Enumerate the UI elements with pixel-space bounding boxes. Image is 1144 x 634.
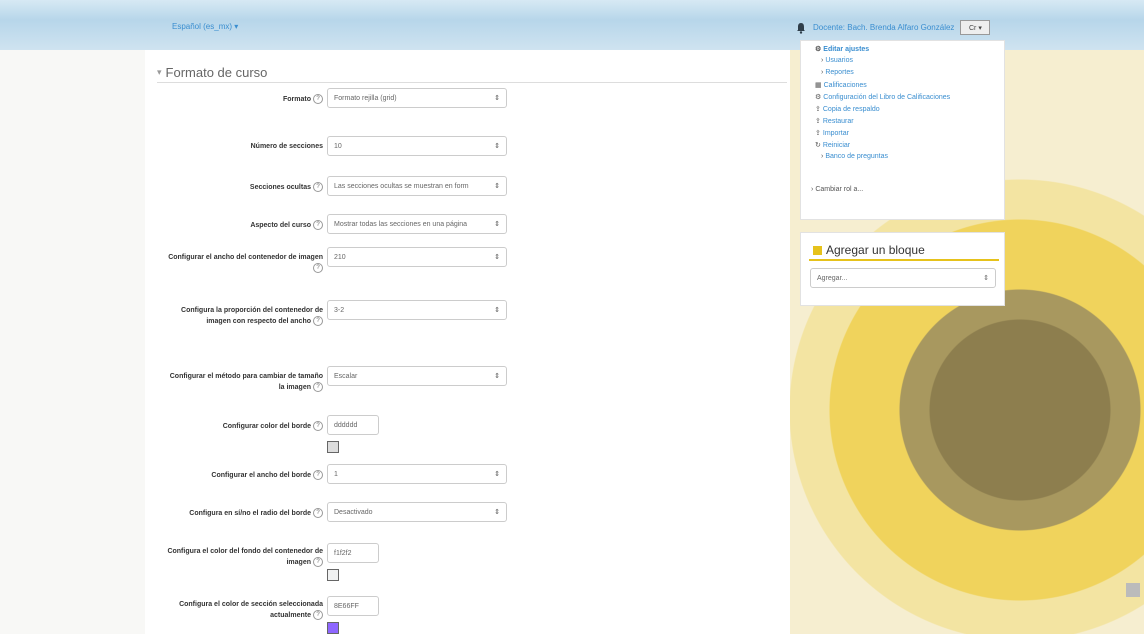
- table-icon: ▦: [815, 82, 822, 89]
- select-arrow-icon: ⇕: [494, 254, 500, 261]
- field-label: Configurar el ancho del borde: [211, 471, 311, 479]
- admin-item-reports[interactable]: › Reportes: [821, 69, 854, 76]
- selected-section-color-swatch[interactable]: [327, 622, 339, 634]
- scroll-to-top-button[interactable]: [1126, 583, 1140, 597]
- container-ratio-select[interactable]: 3-2 ⇕: [327, 300, 507, 320]
- chevron-right-icon: ›: [821, 57, 824, 64]
- add-block-title: Agregar un bloque: [826, 243, 925, 257]
- field-label: Configurar color del borde: [222, 422, 311, 430]
- field-label: Configurar el método para cambiar de tam…: [169, 373, 323, 391]
- select-arrow-icon: ⇕: [494, 183, 500, 190]
- border-width-select[interactable]: 1 ⇕: [327, 464, 507, 484]
- upload-icon: ⇪: [815, 118, 821, 125]
- background-color-swatch[interactable]: [327, 569, 339, 581]
- help-icon[interactable]: ?: [313, 182, 323, 192]
- course-layout-select[interactable]: Mostrar todas las secciones en una págin…: [327, 214, 507, 234]
- help-icon[interactable]: ?: [313, 610, 323, 620]
- help-icon[interactable]: ?: [313, 220, 323, 230]
- field-label: Número de secciones: [250, 143, 323, 150]
- help-icon[interactable]: ?: [313, 470, 323, 480]
- admin-item-edit-settings[interactable]: ⚙ Editar ajustes: [815, 45, 869, 53]
- admin-item-import[interactable]: ⇪ Importar: [815, 129, 849, 137]
- hidden-sections-select[interactable]: Las secciones ocultas se muestran en for…: [327, 176, 507, 196]
- collapse-icon[interactable]: ▾: [157, 67, 162, 78]
- container-width-select[interactable]: 210 ⇕: [327, 247, 507, 267]
- num-sections-select[interactable]: 10 ⇕: [327, 136, 507, 156]
- block-icon: [813, 245, 822, 255]
- border-radius-select[interactable]: Desactivado ⇕: [327, 502, 507, 522]
- field-label: Configura la proporción del contenedor d…: [181, 307, 323, 325]
- field-label: Formato: [283, 95, 311, 103]
- avatar[interactable]: Cr ▾: [960, 20, 991, 35]
- help-icon[interactable]: ?: [313, 421, 323, 431]
- field-label: Configura el color de sección selecciona…: [179, 601, 323, 619]
- help-icon[interactable]: ?: [313, 94, 323, 104]
- format-select[interactable]: Formato rejilla (grid) ⇕: [327, 88, 507, 108]
- select-arrow-icon: ⇕: [494, 471, 500, 478]
- field-label: Aspecto del curso: [250, 221, 311, 229]
- selected-section-color-input[interactable]: 8E66FF: [327, 596, 379, 616]
- border-color-input[interactable]: dddddd: [327, 415, 379, 435]
- resize-method-select[interactable]: Escalar ⇕: [327, 366, 507, 386]
- course-administration-block: ⚙ Editar ajustes › Usuarios › Reportes ▦ Cal…: [800, 40, 1005, 220]
- course-format-form: ▾ Formato de curso Formato? Formato reji…: [145, 50, 790, 634]
- admin-item-question-bank[interactable]: › Banco de preguntas: [821, 153, 888, 160]
- refresh-icon: ↻: [815, 142, 821, 149]
- select-arrow-icon: ⇕: [494, 95, 500, 102]
- select-arrow-icon: ⇕: [494, 307, 500, 314]
- admin-item-switch-role[interactable]: › Cambiar rol a...: [811, 186, 863, 193]
- field-label: Secciones ocultas: [249, 183, 311, 191]
- language-menu[interactable]: Español (es_mx) ▾: [172, 22, 238, 31]
- help-icon[interactable]: ?: [313, 508, 323, 518]
- background-color-input[interactable]: f1f2f2: [327, 543, 379, 563]
- help-icon[interactable]: ?: [313, 316, 323, 326]
- user-name[interactable]: Docente: Bach. Brenda Alfaro González: [813, 23, 954, 32]
- chevron-right-icon: ›: [821, 153, 824, 160]
- gear-icon: ⚙: [815, 46, 822, 53]
- help-icon[interactable]: ?: [313, 557, 323, 567]
- select-arrow-icon: ⇕: [494, 221, 500, 228]
- upload-icon: ⇪: [815, 130, 821, 137]
- add-block-select[interactable]: Agregar... ⇕: [810, 268, 996, 288]
- admin-item-users[interactable]: › Usuarios: [821, 57, 853, 64]
- section-header[interactable]: ▾ Formato de curso: [157, 62, 787, 83]
- user-menu[interactable]: Docente: Bach. Brenda Alfaro González Cr…: [795, 20, 991, 35]
- chevron-right-icon: ›: [821, 69, 824, 76]
- select-arrow-icon: ⇕: [494, 143, 500, 150]
- divider: [809, 259, 999, 261]
- select-arrow-icon: ⇕: [494, 373, 500, 380]
- gear-icon: ⚙: [815, 94, 822, 101]
- select-arrow-icon: ⇕: [494, 509, 500, 516]
- notification-bell-icon[interactable]: [795, 22, 807, 34]
- admin-item-gradebook-setup[interactable]: ⚙ Configuración del Libro de Calificacion…: [815, 93, 950, 101]
- select-arrow-icon: ⇕: [983, 275, 989, 282]
- admin-item-backup[interactable]: ⇪ Copia de respaldo: [815, 105, 880, 113]
- add-block-panel: Agregar un bloque Agregar... ⇕: [800, 232, 1005, 306]
- field-label: Configura el color del fondo del contene…: [167, 548, 323, 566]
- field-label: Configura en sí/no el radio del borde: [189, 509, 311, 517]
- admin-item-grades[interactable]: ▦ Calificaciones: [815, 81, 867, 89]
- border-color-swatch[interactable]: [327, 441, 339, 453]
- admin-item-restore[interactable]: ⇪ Restaurar: [815, 117, 854, 125]
- upload-icon: ⇪: [815, 106, 821, 113]
- admin-item-reset[interactable]: ↻ Reiniciar: [815, 141, 850, 149]
- chevron-right-icon: ›: [811, 186, 814, 193]
- help-icon[interactable]: ?: [313, 263, 323, 273]
- section-title: Formato de curso: [165, 64, 268, 80]
- field-label: Configurar el ancho del contenedor de im…: [168, 254, 323, 261]
- help-icon[interactable]: ?: [313, 382, 323, 392]
- page-background-left: [0, 50, 145, 634]
